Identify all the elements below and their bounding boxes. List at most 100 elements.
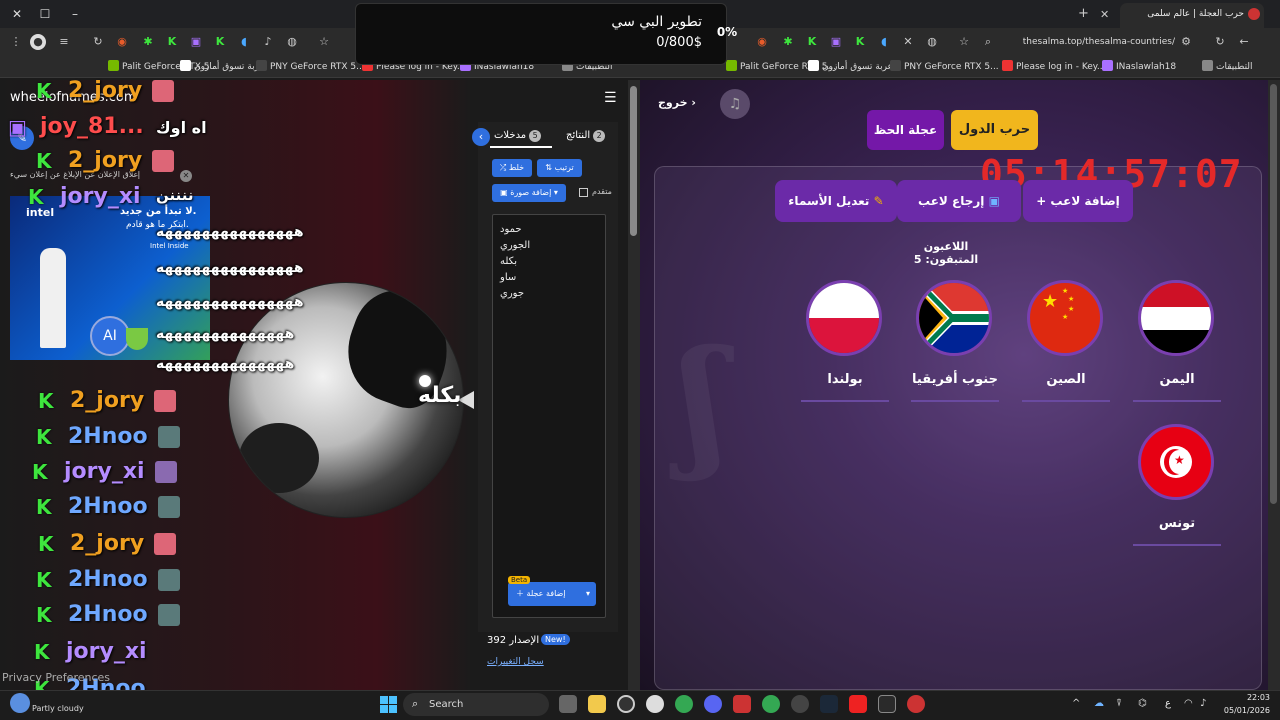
tab-search-icon[interactable]: ≡ — [56, 34, 72, 50]
chat-row: Kjory_xi — [32, 459, 177, 489]
add-image-button[interactable]: ▣ إضافة صورة ▾ — [492, 184, 566, 202]
bookmark-item[interactable]: INaslawlah18 — [1102, 60, 1176, 72]
epic-games-icon[interactable] — [878, 695, 896, 713]
weather-text[interactable]: Partly cloudy — [32, 704, 84, 713]
exit-button[interactable]: خروج › — [658, 96, 696, 109]
language-indicator[interactable]: ع — [1165, 698, 1171, 709]
taskbar — [0, 690, 1280, 720]
address-bar[interactable]: thesalma.top/thesalma-countries/ — [1000, 37, 1175, 47]
tab-title[interactable]: حرب العجلة | عالم سلمى — [1140, 9, 1244, 19]
return-player-button[interactable]: إرجاع لاعب ▣ — [897, 180, 1021, 222]
reload-icon[interactable]: ↻ — [1212, 34, 1228, 50]
extension-icon[interactable]: ◍ — [284, 34, 300, 50]
chevron-down-icon[interactable]: ▾ — [586, 582, 590, 606]
steam-icon[interactable] — [820, 695, 838, 713]
minimize-window-icon[interactable]: – — [66, 5, 84, 23]
changelog-link[interactable]: سجل التغييرات — [487, 657, 544, 667]
wifi-icon[interactable]: ◠ — [1184, 698, 1193, 709]
network-icon[interactable]: ⌬ — [1138, 698, 1147, 709]
bookmark-item[interactable]: Please log in - Key... — [1002, 60, 1105, 72]
chevron-up-icon[interactable]: ^ — [1072, 698, 1080, 709]
bookmark-item[interactable]: PNY GeForce RTX 5... — [890, 60, 999, 72]
twitch-extension-icon[interactable]: ▣ — [828, 34, 844, 50]
extension-icon[interactable]: ✱ — [780, 34, 796, 50]
new-tab-icon[interactable]: + — [1078, 6, 1089, 21]
sync-icon[interactable]: ↻ — [90, 34, 106, 50]
app-icon[interactable] — [907, 695, 925, 713]
avatar — [157, 495, 180, 518]
close-tab-icon[interactable]: ✕ — [1100, 8, 1109, 21]
hamburger-menu-icon[interactable]: ☰ — [604, 90, 617, 106]
chevron-left-icon[interactable]: ‹ — [472, 128, 490, 146]
countries-war-mode-button[interactable]: حرب الدول — [951, 110, 1038, 150]
sort-button[interactable]: ⇅ ترتيب — [537, 159, 582, 177]
chat-username: 2_jory — [70, 531, 145, 556]
mute-icon[interactable]: ✕ — [900, 34, 916, 50]
app-icon[interactable] — [849, 695, 867, 713]
bookmark-star-icon[interactable]: ☆ — [956, 34, 972, 50]
chrome-icon[interactable] — [675, 695, 693, 713]
kick-extension-icon[interactable]: K — [804, 34, 820, 50]
avatar — [157, 603, 180, 626]
privacy-preferences-link[interactable]: Privacy Preferences — [2, 671, 110, 684]
taskbar-search-input[interactable] — [403, 693, 549, 716]
advanced-checkbox[interactable] — [579, 188, 588, 197]
site-settings-icon[interactable]: ⚙ — [1178, 34, 1194, 50]
add-wheel-button[interactable]: ＋ إضافة عجلة ▾ — [508, 582, 596, 606]
twitch-extension-icon[interactable]: ▣ — [188, 34, 204, 50]
audio-extension-icon[interactable]: ◖ — [876, 34, 892, 50]
windows-start-icon[interactable] — [380, 696, 397, 713]
close-window-icon[interactable]: ✕ — [8, 5, 26, 23]
weather-icon[interactable] — [10, 693, 30, 713]
volume-icon[interactable]: ♪ — [1200, 698, 1206, 709]
tab-results[interactable]: النتائج 2 — [566, 130, 608, 142]
extension-icon[interactable]: ◉ — [114, 34, 130, 50]
close-icon[interactable]: ✕ — [180, 170, 192, 182]
task-view-icon[interactable] — [559, 695, 577, 713]
back-arrow-icon[interactable]: ← — [1236, 34, 1252, 50]
left-scrollbar-thumb[interactable] — [630, 86, 637, 236]
bookmark-star-icon[interactable]: ☆ — [316, 34, 332, 50]
maximize-window-icon[interactable]: ☐ — [36, 5, 54, 23]
microphone-icon[interactable]: ⍒ — [1116, 698, 1122, 709]
menu-dots-icon[interactable]: ⋮ — [8, 34, 24, 50]
tab-entries[interactable]: مدخلات 5 — [494, 130, 544, 142]
audio-extension-icon[interactable]: ◖ — [236, 34, 252, 50]
file-explorer-icon[interactable] — [588, 695, 606, 713]
music-note-icon[interactable]: ♫ — [720, 89, 750, 119]
avatar — [157, 568, 180, 591]
app-icon[interactable] — [733, 695, 751, 713]
clock-date[interactable]: 05/01/2026 — [1222, 706, 1270, 715]
extension-icon[interactable]: ✱ — [140, 34, 156, 50]
extension-icon[interactable]: ◉ — [754, 34, 770, 50]
profile-avatar-icon[interactable]: ● — [30, 34, 46, 50]
avatar — [152, 79, 175, 102]
right-scrollbar-thumb[interactable] — [1270, 84, 1277, 504]
kick-extension-icon[interactable]: K — [212, 34, 228, 50]
cloud-icon[interactable]: ☁ — [1094, 698, 1104, 709]
bookmark-item[interactable]: التطبيقات — [1202, 60, 1253, 72]
app-icon[interactable] — [617, 695, 635, 713]
kick-extension-icon[interactable]: K — [852, 34, 868, 50]
bookmark-item[interactable]: PNY GeForce RTX 5... — [256, 60, 365, 72]
chrome-icon[interactable] — [762, 695, 780, 713]
country-underline — [1133, 544, 1221, 546]
entry-item: الجوري — [500, 240, 531, 251]
clock-time[interactable]: 22:03 — [1230, 693, 1270, 702]
kick-extension-icon[interactable]: K — [164, 34, 180, 50]
chat-message: ننننن — [156, 186, 194, 204]
shuffle-button[interactable]: ⤮ خلط — [492, 159, 532, 177]
add-player-button[interactable]: + إضافة لاعب — [1023, 180, 1133, 222]
app-icon[interactable] — [791, 695, 809, 713]
luck-wheel-mode-button[interactable]: عجلة الحظ — [867, 110, 944, 150]
avatar — [152, 149, 175, 172]
edit-names-button[interactable]: تعديل الأسماء ✎ — [775, 180, 897, 222]
volume-icon[interactable]: ♪ — [260, 34, 276, 50]
bookmark-item[interactable]: عربة تسوق أمازون — [808, 60, 893, 72]
settings-icon[interactable] — [646, 695, 664, 713]
entry-item: حمود — [500, 224, 522, 235]
extension-icon[interactable]: ◍ — [924, 34, 940, 50]
discord-icon[interactable] — [704, 695, 722, 713]
zoom-icon[interactable]: ⌕ — [980, 34, 996, 50]
bookmark-item[interactable]: عربة تسوق أمازون — [180, 60, 265, 72]
